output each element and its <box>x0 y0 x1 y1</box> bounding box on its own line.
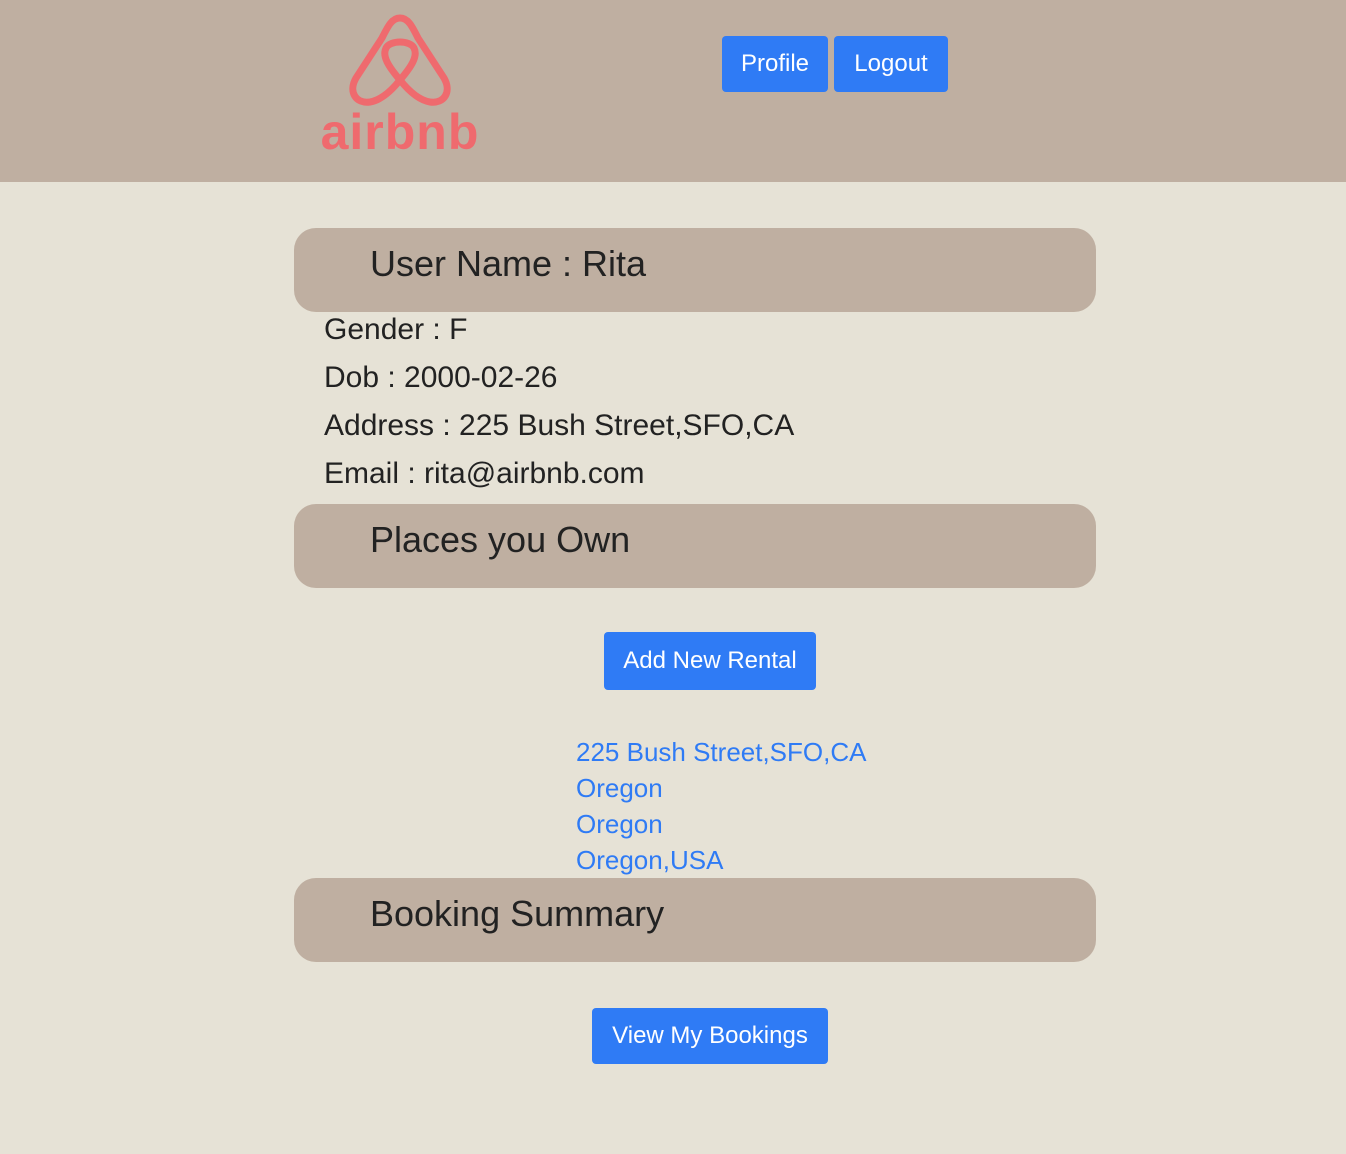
profile-button[interactable]: Profile <box>722 36 828 92</box>
places-heading: Places you Own <box>370 519 631 560</box>
airbnb-belo-icon <box>349 14 451 106</box>
address-text: Address : 225 Bush Street,SFO,CA <box>324 409 795 442</box>
places-section: Places you Own <box>294 504 1096 588</box>
header-bar: airbnb Profile Logout <box>0 0 1346 182</box>
view-my-bookings-button[interactable]: View My Bookings <box>592 1008 828 1064</box>
booking-summary-section: Booking Summary <box>294 878 1096 962</box>
gender-text: Gender : F <box>324 313 468 346</box>
booking-summary-heading: Booking Summary <box>370 893 665 934</box>
user-name-section: User Name : Rita <box>294 228 1096 312</box>
add-new-rental-button[interactable]: Add New Rental <box>604 632 816 690</box>
rental-link[interactable]: Oregon <box>576 770 866 806</box>
dob-text: Dob : 2000-02-26 <box>324 361 558 394</box>
rental-link[interactable]: 225 Bush Street,SFO,CA <box>576 734 866 770</box>
logout-button[interactable]: Logout <box>834 36 948 92</box>
email-text: Email : rita@airbnb.com <box>324 457 645 490</box>
rental-link[interactable]: Oregon <box>576 806 866 842</box>
user-name-heading: User Name : Rita <box>370 243 647 284</box>
logo-wordmark: airbnb <box>320 104 480 160</box>
rental-link[interactable]: Oregon,USA <box>576 842 866 878</box>
airbnb-logo[interactable]: airbnb <box>316 6 484 160</box>
rental-list: 225 Bush Street,SFO,CA Oregon Oregon Ore… <box>576 734 866 878</box>
